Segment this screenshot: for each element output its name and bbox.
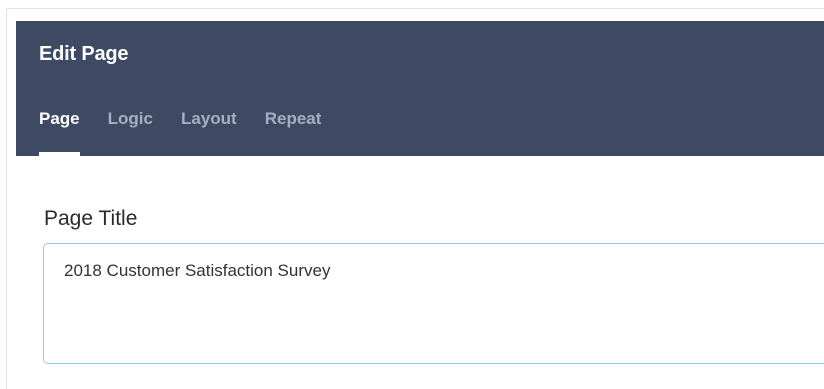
panel-top-border [6, 8, 824, 9]
panel-left-border [6, 8, 7, 389]
panel-title: Edit Page [39, 43, 129, 65]
page-title-label: Page Title [44, 207, 138, 230]
tab-bar: Page Logic Layout Repeat [39, 109, 349, 156]
tab-repeat[interactable]: Repeat [265, 109, 322, 156]
active-tab-indicator [39, 152, 80, 156]
tab-layout-label: Layout [180, 109, 237, 128]
tab-page[interactable]: Page [39, 109, 80, 156]
page-title-input[interactable]: 2018 Customer Satisfaction Survey [43, 243, 824, 364]
panel-header: Edit Page Page Logic Layout Repeat [16, 21, 824, 156]
tab-logic-label: Logic [107, 109, 153, 128]
tab-page-label: Page [39, 109, 80, 128]
edit-page-panel: Edit Page Page Logic Layout Repeat Page … [0, 0, 824, 389]
tab-logic[interactable]: Logic [108, 109, 153, 156]
tab-repeat-label: Repeat [264, 109, 322, 128]
tab-layout[interactable]: Layout [181, 109, 237, 156]
